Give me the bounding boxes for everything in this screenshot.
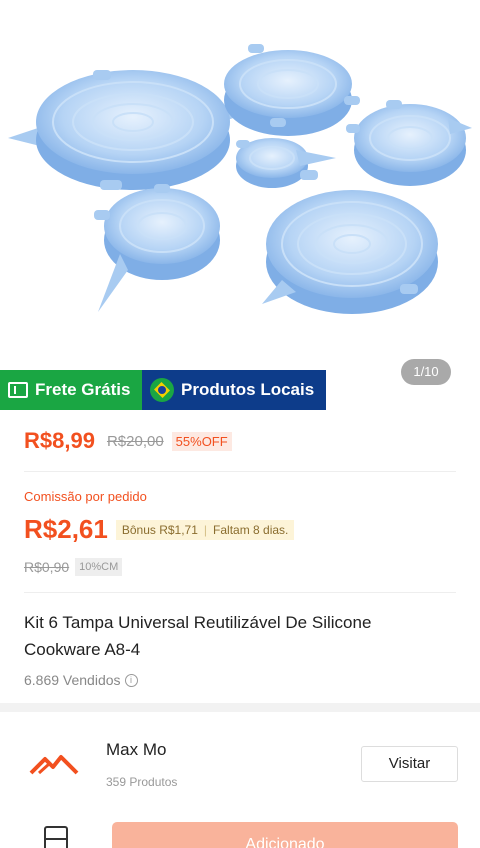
- commission-rate-tag: 10%CM: [75, 558, 123, 576]
- section-gap: [0, 703, 480, 712]
- badges-row: Frete Grátis Produtos Locais: [0, 370, 326, 410]
- local-products-badge: Produtos Locais: [142, 370, 326, 410]
- current-price: R$8,99: [24, 428, 95, 453]
- info-icon[interactable]: i: [124, 673, 138, 687]
- discount-badge: 55%OFF: [171, 431, 232, 451]
- truck-icon: [8, 382, 28, 398]
- divider: [24, 592, 456, 593]
- commission-value: R$2,61: [24, 514, 108, 544]
- local-products-label: Produtos Locais: [181, 380, 315, 399]
- image-counter: 1/10: [401, 359, 451, 385]
- store-product-count: 359 Produtos: [106, 775, 178, 789]
- free-shipping-label: Frete Grátis: [35, 380, 131, 399]
- store-name[interactable]: Max Mo: [106, 740, 166, 760]
- price-row: R$8,99 R$20,00 55%OFF: [24, 428, 232, 454]
- bonus-badge: Bônus R$1,71 | Faltam 8 dias.: [115, 519, 295, 540]
- store-logo-mountain-icon: [29, 755, 79, 775]
- commission-detail-row: R$0,90 10%CM: [24, 558, 123, 576]
- product-image[interactable]: [0, 0, 480, 380]
- product-title: Kit 6 Tampa Universal Reutilizável De Si…: [24, 613, 372, 659]
- days-left: Faltam 8 dias.: [213, 522, 289, 537]
- commission-label: Comissão por pedido: [24, 489, 147, 504]
- bonus-amount: Bônus R$1,71: [121, 522, 198, 537]
- original-price: R$20,00: [106, 432, 164, 450]
- silicone-lids-illustration: [8, 44, 472, 314]
- add-button[interactable]: Adicionado: [112, 822, 458, 848]
- sold-count: 6.869 Vendidos i: [24, 672, 138, 688]
- free-shipping-badge: Frete Grátis: [0, 370, 142, 410]
- commission-row: R$2,61 Bônus R$1,71 | Faltam 8 dias.: [24, 514, 295, 545]
- commission-old: R$0,90: [24, 559, 70, 575]
- store-logo-icon[interactable]: [25, 733, 85, 793]
- bonus-separator: |: [203, 522, 208, 537]
- product-page: 1/10 Frete Grátis Produtos Locais R$8,99…: [0, 0, 480, 848]
- divider: [24, 471, 456, 472]
- visit-store-button[interactable]: Visitar: [361, 746, 458, 782]
- store-icon[interactable]: [44, 826, 68, 848]
- brazil-flag-icon: [150, 378, 174, 402]
- sold-label: 6.869 Vendidos: [24, 672, 121, 688]
